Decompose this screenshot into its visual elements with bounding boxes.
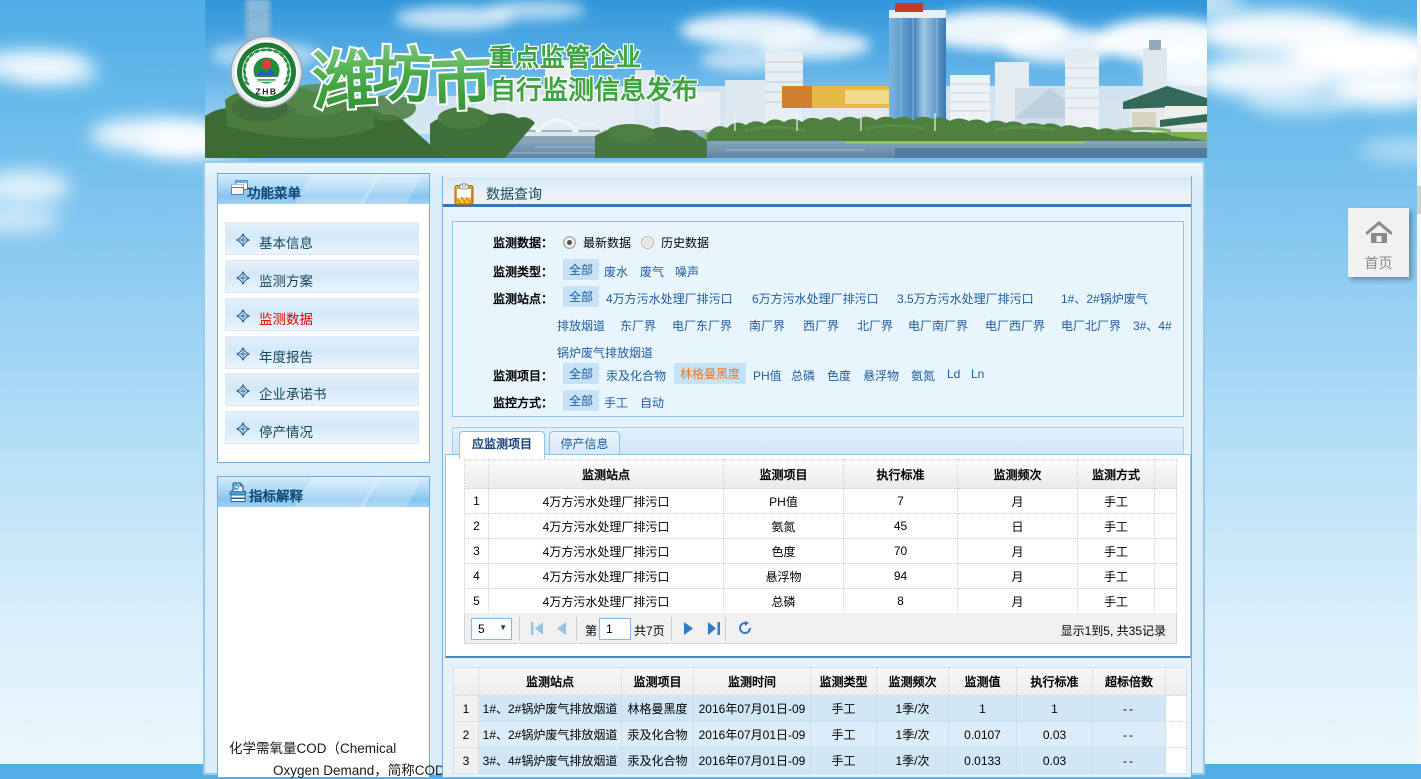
svg-text:自行监测信息发布: 自行监测信息发布 [490, 75, 698, 105]
svg-text:ZHB: ZHB [256, 87, 278, 97]
svg-text:重点监管企业: 重点监管企业 [489, 43, 641, 72]
svg-text:潍: 潍 [311, 43, 379, 118]
svg-text:坊: 坊 [372, 41, 434, 110]
svg-text:市: 市 [429, 48, 493, 119]
